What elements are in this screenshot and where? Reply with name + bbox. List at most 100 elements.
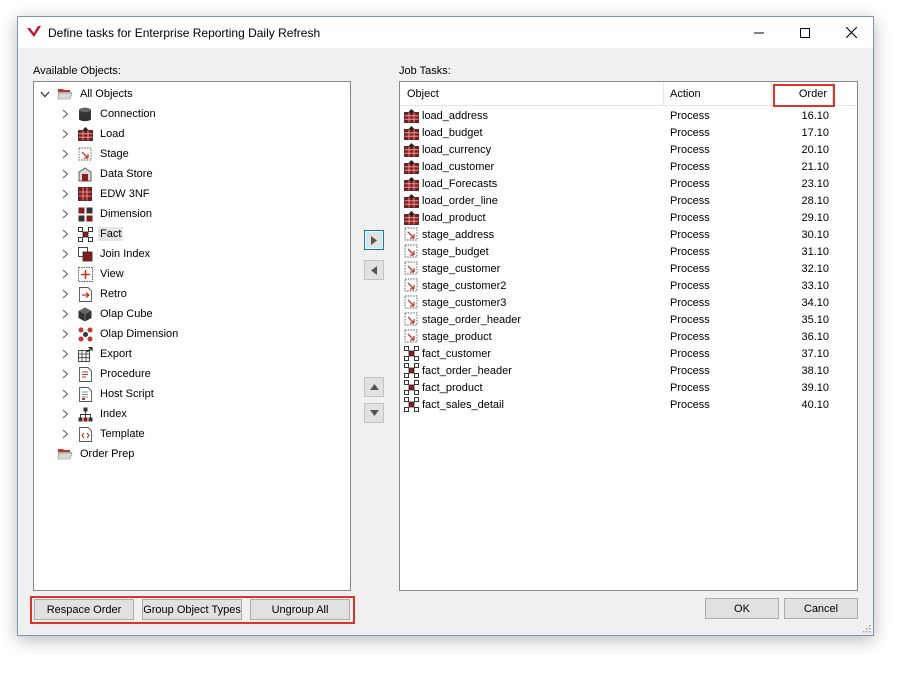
move-down-button[interactable]: [364, 403, 384, 423]
available-objects-tree[interactable]: All Objects Connection Load Stage Data Store…: [33, 81, 351, 591]
tree-item-export[interactable]: Export: [59, 344, 134, 364]
tree-item-connection[interactable]: Connection: [59, 104, 158, 124]
maximize-button[interactable]: [782, 17, 828, 48]
tree-item-dimension[interactable]: Dimension: [59, 204, 154, 224]
tree-item-olap-cube[interactable]: Olap Cube: [59, 304, 155, 324]
table-row[interactable]: load_order_line Process 28.10: [400, 192, 857, 209]
tree-item-join-index[interactable]: Join Index: [59, 244, 152, 264]
tree-item-retro[interactable]: Retro: [59, 284, 129, 304]
table-row[interactable]: load_budget Process 17.10: [400, 124, 857, 141]
column-header-object[interactable]: Object: [400, 82, 664, 106]
job-tasks-list[interactable]: Object Action Order load_address Process 1…: [399, 81, 858, 591]
table-row[interactable]: stage_customer2 Process 33.10: [400, 277, 857, 294]
chevron-right-icon[interactable]: [59, 288, 71, 300]
table-row[interactable]: stage_customer3 Process 34.10: [400, 294, 857, 311]
view-icon: [77, 266, 93, 282]
tree-item-stage[interactable]: Stage: [59, 144, 131, 164]
object-cell: load_address: [404, 107, 662, 124]
remove-task-button[interactable]: [364, 260, 384, 280]
tree-item-procedure[interactable]: Procedure: [59, 364, 153, 384]
chevron-right-icon[interactable]: [59, 148, 71, 160]
table-row[interactable]: stage_product Process 36.10: [400, 328, 857, 345]
chevron-right-icon[interactable]: [59, 208, 71, 220]
chevron-right-icon[interactable]: [59, 408, 71, 420]
object-cell: load_currency: [404, 141, 662, 158]
chevron-right-icon[interactable]: [59, 428, 71, 440]
chevron-right-icon[interactable]: [59, 228, 71, 240]
object-cell: load_product: [404, 209, 662, 226]
add-task-button[interactable]: [364, 230, 384, 250]
table-row[interactable]: load_customer Process 21.10: [400, 158, 857, 175]
resize-grip-icon[interactable]: [861, 623, 871, 633]
chevron-right-icon[interactable]: [59, 388, 71, 400]
table-row[interactable]: stage_budget Process 31.10: [400, 243, 857, 260]
object-name: stage_address: [422, 228, 495, 241]
tree-item-index[interactable]: Index: [59, 404, 129, 424]
tree-item-fact[interactable]: Fact: [59, 224, 124, 244]
arrow-down-icon: [369, 410, 379, 416]
close-button[interactable]: [828, 17, 874, 48]
table-row[interactable]: load_Forecasts Process 23.10: [400, 175, 857, 192]
ungroup-all-button[interactable]: Ungroup All: [250, 599, 350, 620]
arrow-right-icon: [371, 235, 377, 245]
tree-item-order-prep[interactable]: Order Prep: [39, 444, 136, 464]
tree-item-edw-3nf[interactable]: EDW 3NF: [59, 184, 152, 204]
chevron-right-icon[interactable]: [59, 368, 71, 380]
table-row[interactable]: load_product Process 29.10: [400, 209, 857, 226]
object-name: stage_customer3: [422, 296, 507, 309]
stage-table-icon: [404, 312, 419, 327]
stage-table-icon: [404, 329, 419, 344]
move-up-button[interactable]: [364, 377, 384, 397]
chevron-right-icon[interactable]: [59, 308, 71, 320]
chevron-right-icon[interactable]: [59, 188, 71, 200]
tree-item-all-objects[interactable]: All Objects: [39, 84, 135, 104]
chevron-right-icon[interactable]: [59, 168, 71, 180]
object-name: load_budget: [422, 126, 483, 139]
action-cell: Process: [670, 228, 710, 241]
arrow-left-icon: [371, 265, 377, 275]
minimize-button[interactable]: [736, 17, 782, 48]
object-cell: stage_budget: [404, 243, 662, 260]
action-cell: Process: [670, 364, 710, 377]
chevron-right-icon[interactable]: [59, 108, 71, 120]
app-logo-icon: [27, 26, 41, 37]
table-row[interactable]: fact_product Process 39.10: [400, 379, 857, 396]
tree-item-label: Order Prep: [80, 448, 135, 460]
action-cell: Process: [670, 262, 710, 275]
chevron-right-icon[interactable]: [59, 248, 71, 260]
load-table-icon: [77, 126, 93, 142]
ok-button[interactable]: OK: [705, 598, 779, 619]
table-row[interactable]: load_currency Process 20.10: [400, 141, 857, 158]
table-row[interactable]: stage_address Process 30.10: [400, 226, 857, 243]
chevron-right-icon[interactable]: [59, 328, 71, 340]
tree-item-load[interactable]: Load: [59, 124, 126, 144]
chevron-right-icon[interactable]: [59, 128, 71, 140]
fact-icon: [77, 226, 93, 242]
object-cell: fact_sales_detail: [404, 396, 662, 413]
column-header-action[interactable]: Action: [664, 82, 772, 106]
cancel-button[interactable]: Cancel: [784, 598, 858, 619]
stage-table-icon: [404, 278, 419, 293]
tree-item-data-store[interactable]: Data Store: [59, 164, 155, 184]
respace-order-button[interactable]: Respace Order: [34, 599, 134, 620]
tree-item-host-script[interactable]: Host Script: [59, 384, 156, 404]
table-row[interactable]: load_address Process 16.10: [400, 107, 857, 124]
object-cell: stage_order_header: [404, 311, 662, 328]
chevron-down-icon[interactable]: [39, 88, 51, 100]
order-cell: 36.10: [801, 330, 829, 343]
chevron-right-icon[interactable]: [59, 348, 71, 360]
tree-item-olap-dimension[interactable]: Olap Dimension: [59, 324, 180, 344]
order-cell: 29.10: [801, 211, 829, 224]
table-row[interactable]: fact_customer Process 37.10: [400, 345, 857, 362]
group-object-types-button[interactable]: Group Object Types: [142, 599, 242, 620]
object-name: load_address: [422, 109, 489, 122]
table-row[interactable]: fact_order_header Process 38.10: [400, 362, 857, 379]
table-row[interactable]: stage_customer Process 32.10: [400, 260, 857, 277]
tree-item-template[interactable]: Template: [59, 424, 147, 444]
data-store-icon: [77, 166, 93, 182]
table-row[interactable]: stage_order_header Process 35.10: [400, 311, 857, 328]
tree-item-view[interactable]: View: [59, 264, 126, 284]
chevron-right-icon[interactable]: [59, 268, 71, 280]
order-cell: 34.10: [801, 296, 829, 309]
table-row[interactable]: fact_sales_detail Process 40.10: [400, 396, 857, 413]
